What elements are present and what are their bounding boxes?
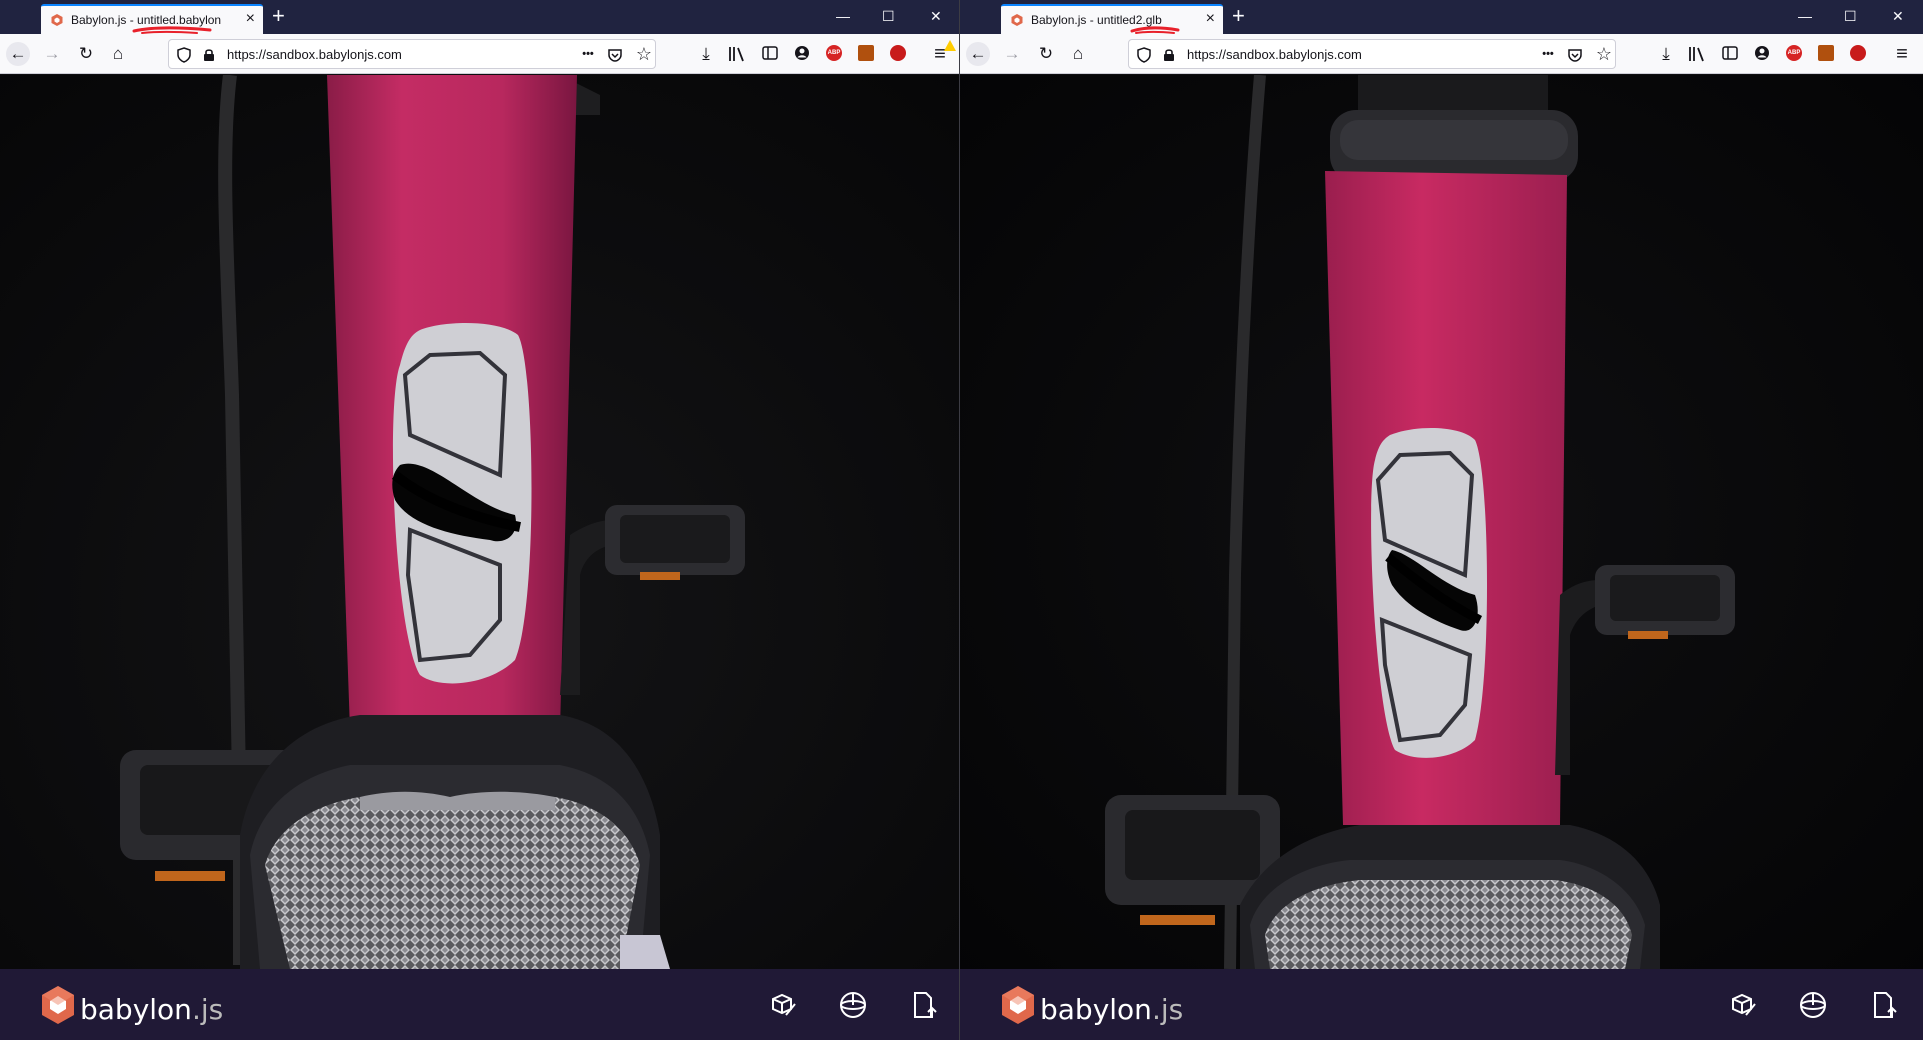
brand-name: babylon.js xyxy=(80,993,224,1026)
bookmark-star-icon[interactable]: ☆ xyxy=(1593,43,1615,65)
inspector-cube-icon[interactable] xyxy=(1728,990,1758,1020)
pocket-icon[interactable] xyxy=(607,47,623,63)
new-tab-button[interactable]: + xyxy=(1232,3,1245,29)
url-bar[interactable]: https://sandbox.babylonjs.com ••• ☆ xyxy=(168,39,656,69)
bookmark-star-icon[interactable]: ☆ xyxy=(633,43,655,65)
extension-gear-icon[interactable] xyxy=(1818,45,1834,61)
babylon-logo-icon xyxy=(42,986,74,1024)
environment-sphere-icon[interactable] xyxy=(838,990,868,1020)
sidebar-icon[interactable] xyxy=(762,46,778,60)
minimize-button[interactable]: — xyxy=(836,7,850,25)
url-text: https://sandbox.babylonjs.com xyxy=(1187,47,1362,62)
forward-button[interactable]: → xyxy=(40,42,64,66)
shield-icon[interactable] xyxy=(177,47,191,63)
maximize-button[interactable]: ☐ xyxy=(1844,7,1857,25)
extension-gear-icon[interactable] xyxy=(858,45,874,61)
url-bar[interactable]: https://sandbox.babylonjs.com ••• ☆ xyxy=(1128,39,1616,69)
browser-window-right: Babylon.js - untitled2.glb × + — ☐ ✕ ← →… xyxy=(960,0,1923,1040)
maximize-button[interactable]: ☐ xyxy=(882,7,895,25)
tab-strip: Babylon.js - untitled2.glb × + — ☐ ✕ xyxy=(960,0,1923,34)
upload-file-icon[interactable] xyxy=(1868,990,1898,1020)
babylon-footer: babylon.js xyxy=(960,969,1923,1040)
pocket-icon[interactable] xyxy=(1567,47,1583,63)
tab-strip: Babylon.js - untitled.babylon × + — ☐ ✕ xyxy=(0,0,959,34)
inspector-cube-icon[interactable] xyxy=(768,990,798,1020)
page-actions-icon[interactable]: ••• xyxy=(577,43,599,65)
brand-name: babylon.js xyxy=(1040,993,1184,1026)
home-button[interactable]: ⌂ xyxy=(106,42,130,66)
upload-file-icon[interactable] xyxy=(908,990,938,1020)
render-canvas[interactable] xyxy=(960,75,1923,969)
library-icon[interactable] xyxy=(1688,46,1706,62)
babylon-favicon-icon xyxy=(1011,14,1023,26)
back-button[interactable]: ← xyxy=(6,42,30,66)
warning-icon xyxy=(944,40,956,51)
account-icon[interactable] xyxy=(794,45,810,61)
bike-frame-scene xyxy=(0,75,959,969)
browser-window-left: Babylon.js - untitled.babylon × + — ☐ ✕ … xyxy=(0,0,959,1040)
adblock-plus-icon[interactable]: ABP xyxy=(1786,45,1802,61)
minimize-button[interactable]: — xyxy=(1798,7,1812,25)
lock-icon[interactable] xyxy=(1163,48,1175,62)
reload-button[interactable]: ↻ xyxy=(1034,42,1058,66)
account-icon[interactable] xyxy=(1754,45,1770,61)
babylon-logo-icon xyxy=(1002,986,1034,1024)
tab-close-icon[interactable]: × xyxy=(1206,10,1215,28)
navigation-toolbar: ← → ↻ ⌂ https://sandbox.babylonjs.com ••… xyxy=(0,34,959,74)
render-canvas[interactable] xyxy=(0,75,959,969)
reload-button[interactable]: ↻ xyxy=(74,42,98,66)
ublock-icon[interactable] xyxy=(1850,45,1866,61)
babylon-favicon-icon xyxy=(51,14,63,26)
new-tab-button[interactable]: + xyxy=(272,3,285,29)
menu-button[interactable]: ≡ xyxy=(1890,42,1914,66)
url-text: https://sandbox.babylonjs.com xyxy=(227,47,402,62)
tab-active[interactable]: Babylon.js - untitled2.glb × xyxy=(1001,4,1223,34)
close-window-button[interactable]: ✕ xyxy=(1892,7,1904,25)
babylon-footer: babylon.js xyxy=(0,969,959,1040)
navigation-toolbar: ← → ↻ ⌂ https://sandbox.babylonjs.com ••… xyxy=(960,34,1923,74)
tab-close-icon[interactable]: × xyxy=(246,10,255,28)
adblock-plus-icon[interactable]: ABP xyxy=(826,45,842,61)
downloads-button[interactable]: ⤓ xyxy=(694,42,718,66)
back-button[interactable]: ← xyxy=(966,42,990,66)
shield-icon[interactable] xyxy=(1137,47,1151,63)
lock-icon[interactable] xyxy=(203,48,215,62)
sidebar-icon[interactable] xyxy=(1722,46,1738,60)
library-icon[interactable] xyxy=(728,46,746,62)
page-actions-icon[interactable]: ••• xyxy=(1537,43,1559,65)
close-window-button[interactable]: ✕ xyxy=(930,7,942,25)
environment-sphere-icon[interactable] xyxy=(1798,990,1828,1020)
forward-button[interactable]: → xyxy=(1000,42,1024,66)
home-button[interactable]: ⌂ xyxy=(1066,42,1090,66)
bike-frame-scene xyxy=(960,75,1923,969)
downloads-button[interactable]: ⤓ xyxy=(1654,42,1678,66)
ublock-icon[interactable] xyxy=(890,45,906,61)
